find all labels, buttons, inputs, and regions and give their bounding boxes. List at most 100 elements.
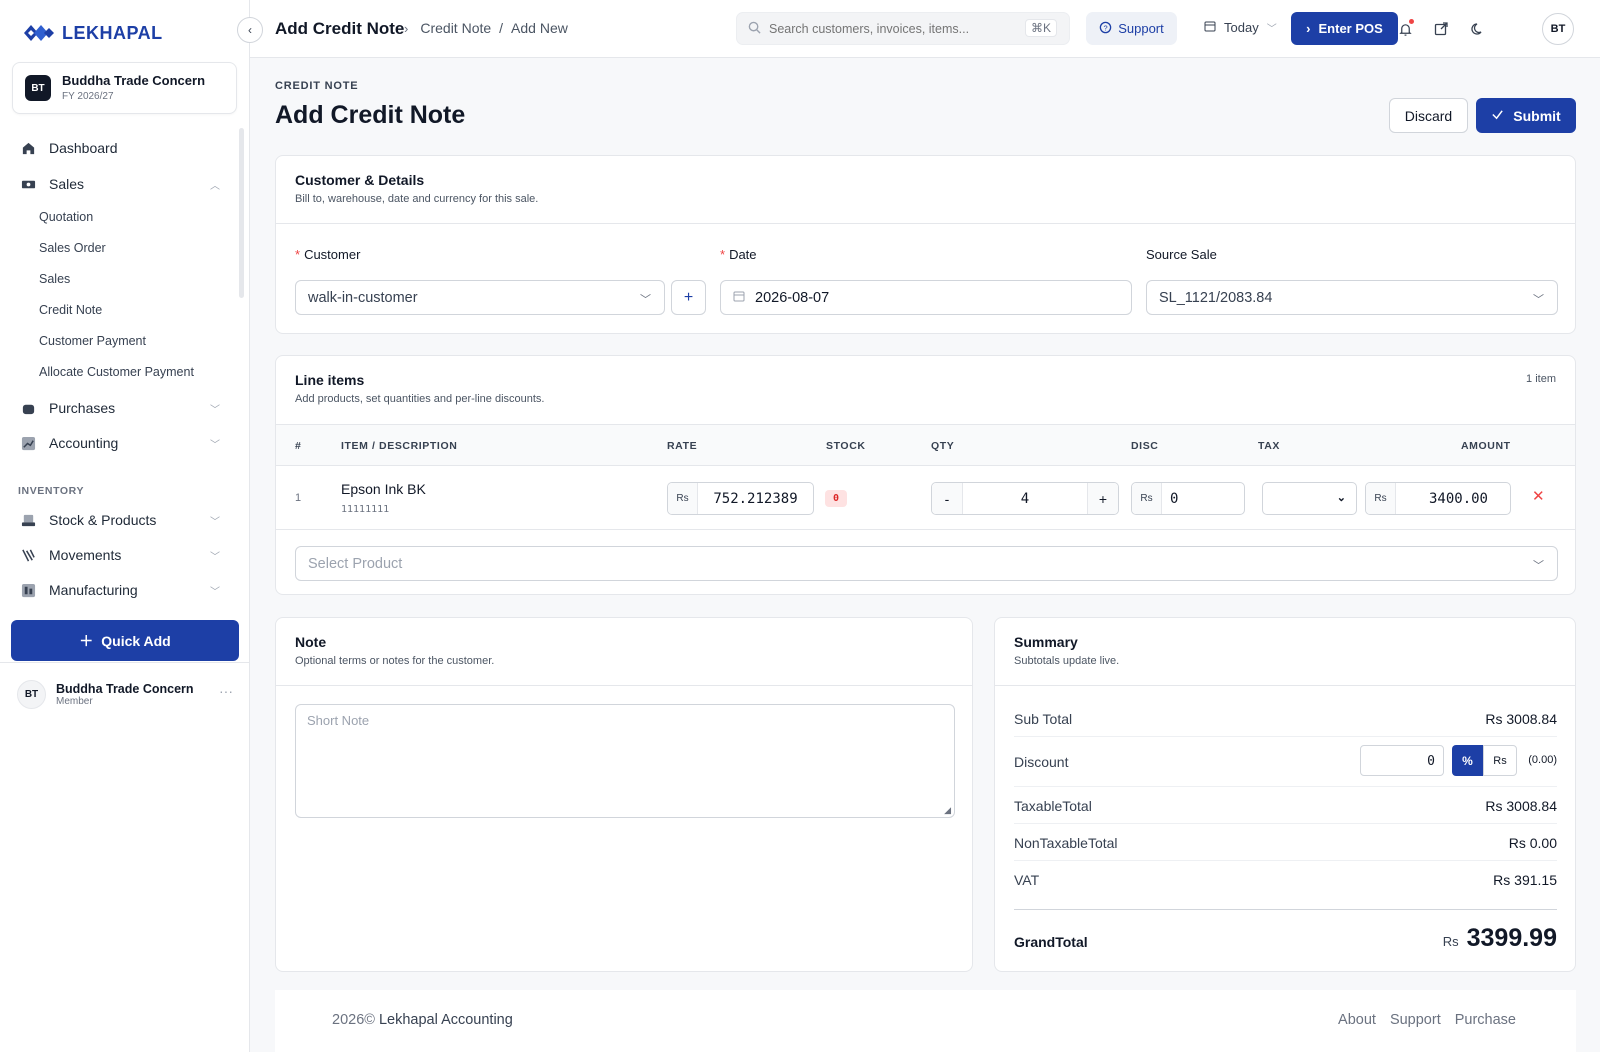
more-icon[interactable]: ··· xyxy=(219,683,233,699)
check-icon xyxy=(1491,108,1504,124)
sidebar-item-sales[interactable]: Sales ︿ xyxy=(20,176,220,192)
note-textarea[interactable]: Short Note ◢ xyxy=(295,704,955,818)
column-header: DISC xyxy=(1131,440,1159,452)
quick-add-button[interactable]: ＋ Quick Add xyxy=(11,620,239,661)
customer-select[interactable]: walk-in-customer ﹀ xyxy=(295,280,665,315)
resize-handle-icon[interactable]: ◢ xyxy=(944,805,951,816)
sidebar-item-accounting[interactable]: Accounting ﹀ xyxy=(20,435,220,451)
chevron-down-icon: ﹀ xyxy=(640,294,651,306)
chevron-left-icon: ‹ xyxy=(248,23,252,37)
brand-logo[interactable]: LEKHAPAL xyxy=(22,20,163,46)
logo-icon xyxy=(24,25,54,41)
page-title: Add Credit Note xyxy=(275,101,466,129)
submit-button[interactable]: Submit xyxy=(1476,98,1576,133)
sidebar-subitem-sales-order[interactable]: Sales Order xyxy=(39,241,106,255)
sidebar-subitem-sales[interactable]: Sales xyxy=(39,272,70,286)
date-range-picker[interactable]: Today ﹀ xyxy=(1204,20,1277,35)
source-sale-select[interactable]: SL_1121/2083.84 ﹀ xyxy=(1146,280,1558,315)
source-sale-label: Source Sale xyxy=(1146,247,1217,262)
user-role: Member xyxy=(56,696,93,707)
remove-row-icon[interactable]: ✕ xyxy=(1532,487,1545,505)
sidebar-subitem-credit-note[interactable]: Credit Note xyxy=(39,303,102,317)
page-eyebrow: CREDIT NOTE xyxy=(275,80,359,92)
footer-link-purchase[interactable]: Purchase xyxy=(1455,1012,1516,1028)
note-placeholder: Short Note xyxy=(307,713,370,728)
chevron-up-icon: ︿ xyxy=(210,180,220,192)
card-title: Note xyxy=(295,634,327,650)
sidebar-subitem-quotation[interactable]: Quotation xyxy=(39,210,93,224)
sidebar-item-manufacturing[interactable]: Manufacturing ﹀ xyxy=(20,582,220,598)
sidebar-scrollbar[interactable] xyxy=(239,128,244,298)
enter-pos-button[interactable]: › Enter POS xyxy=(1291,12,1398,45)
qty-increment-button[interactable]: + xyxy=(1088,483,1118,514)
submit-label: Submit xyxy=(1513,107,1561,124)
sidebar-subitem-allocate-payment[interactable]: Allocate Customer Payment xyxy=(39,365,194,379)
topbar-title: Add Credit Note xyxy=(275,19,405,38)
sidebar: LEKHAPAL BT Buddha Trade Concern FY 2026… xyxy=(0,0,250,1052)
footer-link-about[interactable]: About xyxy=(1338,1012,1376,1028)
customer-label: * Customer xyxy=(295,247,361,262)
summary-nontaxable: NonTaxableTotal Rs 0.00 xyxy=(1014,835,1557,851)
chevron-down-icon: ﹀ xyxy=(210,439,220,451)
amount-value: 3400.00 xyxy=(1428,490,1488,507)
help-icon: ? xyxy=(1099,21,1112,37)
quantity-stepper[interactable]: - 4 + xyxy=(931,482,1119,515)
breadcrumb-separator: / xyxy=(499,20,504,36)
summary-grand-total: GrandTotal Rs 3399.99 xyxy=(1014,924,1557,956)
search-input[interactable] xyxy=(769,21,1029,36)
qty-value[interactable]: 4 xyxy=(962,483,1088,514)
sidebar-subitem-customer-payment[interactable]: Customer Payment xyxy=(39,334,146,348)
sidebar-item-label: Dashboard xyxy=(49,140,118,156)
currency-prefix: Rs xyxy=(668,483,698,514)
support-label: Support xyxy=(1118,21,1164,36)
global-search[interactable]: ⌘K xyxy=(736,12,1070,45)
notification-dot xyxy=(1409,19,1414,24)
breadcrumb-credit-note[interactable]: Credit Note xyxy=(420,20,491,36)
discount-amount-input[interactable]: 0 xyxy=(1360,745,1444,776)
add-customer-button[interactable]: + xyxy=(671,280,706,315)
plus-icon: + xyxy=(683,288,694,306)
item-name[interactable]: Epson Ink BK xyxy=(341,481,426,497)
chevron-down-icon: ﹀ xyxy=(1266,24,1277,35)
org-switcher[interactable]: BT Buddha Trade Concern FY 2026/27 xyxy=(12,62,237,114)
search-icon xyxy=(748,21,761,37)
bell-icon[interactable] xyxy=(1395,19,1415,39)
footer-link-support[interactable]: Support xyxy=(1390,1012,1441,1028)
card-title: Customer & Details xyxy=(295,172,425,188)
breadcrumb-current: Add New xyxy=(511,20,568,36)
sidebar-item-label: Manufacturing xyxy=(49,582,138,598)
user-menu[interactable]: BT Buddha Trade Concern Member ··· xyxy=(0,662,250,720)
org-name: Buddha Trade Concern xyxy=(62,73,206,88)
sidebar-item-purchases[interactable]: Purchases ﹀ xyxy=(20,400,220,416)
avatar[interactable]: BT xyxy=(1542,13,1574,45)
vat-label: VAT xyxy=(1014,872,1040,888)
sidebar-item-stock-products[interactable]: Stock & Products ﹀ xyxy=(20,512,220,528)
sidebar-collapse-button[interactable]: ‹ xyxy=(237,17,263,43)
discount-amount-toggle[interactable]: Rs xyxy=(1483,745,1517,776)
currency-prefix: Rs xyxy=(1366,483,1396,514)
date-range-label: Today xyxy=(1224,20,1259,35)
table-header: # ITEM / DESCRIPTION RATE STOCK QTY DISC… xyxy=(276,424,1575,466)
date-field[interactable]: 2026-08-07 xyxy=(720,280,1132,315)
sub-total-label: Sub Total xyxy=(1014,711,1073,727)
card-title: Line items xyxy=(295,372,365,388)
breadcrumb: › Credit Note / Add New xyxy=(404,20,568,36)
discount-percent-toggle[interactable]: % xyxy=(1452,745,1483,776)
tax-select[interactable]: ⌄ xyxy=(1262,482,1357,515)
chart-icon xyxy=(20,435,36,451)
brand-name: LEKHAPAL xyxy=(62,22,163,43)
select-product[interactable]: Select Product ﹀ xyxy=(295,546,1558,581)
sidebar-item-movements[interactable]: Movements ﹀ xyxy=(20,547,220,563)
discount-input[interactable]: Rs 0 xyxy=(1131,482,1245,515)
moon-icon[interactable] xyxy=(1468,19,1488,39)
qty-decrement-button[interactable]: - xyxy=(932,483,962,514)
discard-button[interactable]: Discard xyxy=(1389,98,1468,133)
amount-input[interactable]: Rs 3400.00 xyxy=(1365,482,1511,515)
support-button[interactable]: ? Support xyxy=(1086,12,1177,45)
sidebar-item-dashboard[interactable]: Dashboard xyxy=(20,140,220,156)
external-link-icon[interactable] xyxy=(1431,19,1451,39)
column-header: AMOUNT xyxy=(1461,440,1511,452)
card-title: Summary xyxy=(1014,634,1078,650)
rate-input[interactable]: Rs 752.212389 xyxy=(667,482,814,515)
search-shortcut: ⌘K xyxy=(1024,19,1057,37)
